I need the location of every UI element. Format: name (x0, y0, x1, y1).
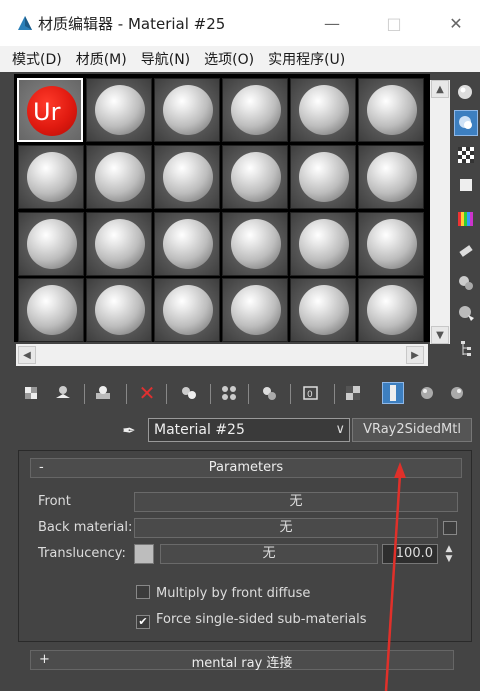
annotation-arrow-icon (384, 462, 406, 691)
